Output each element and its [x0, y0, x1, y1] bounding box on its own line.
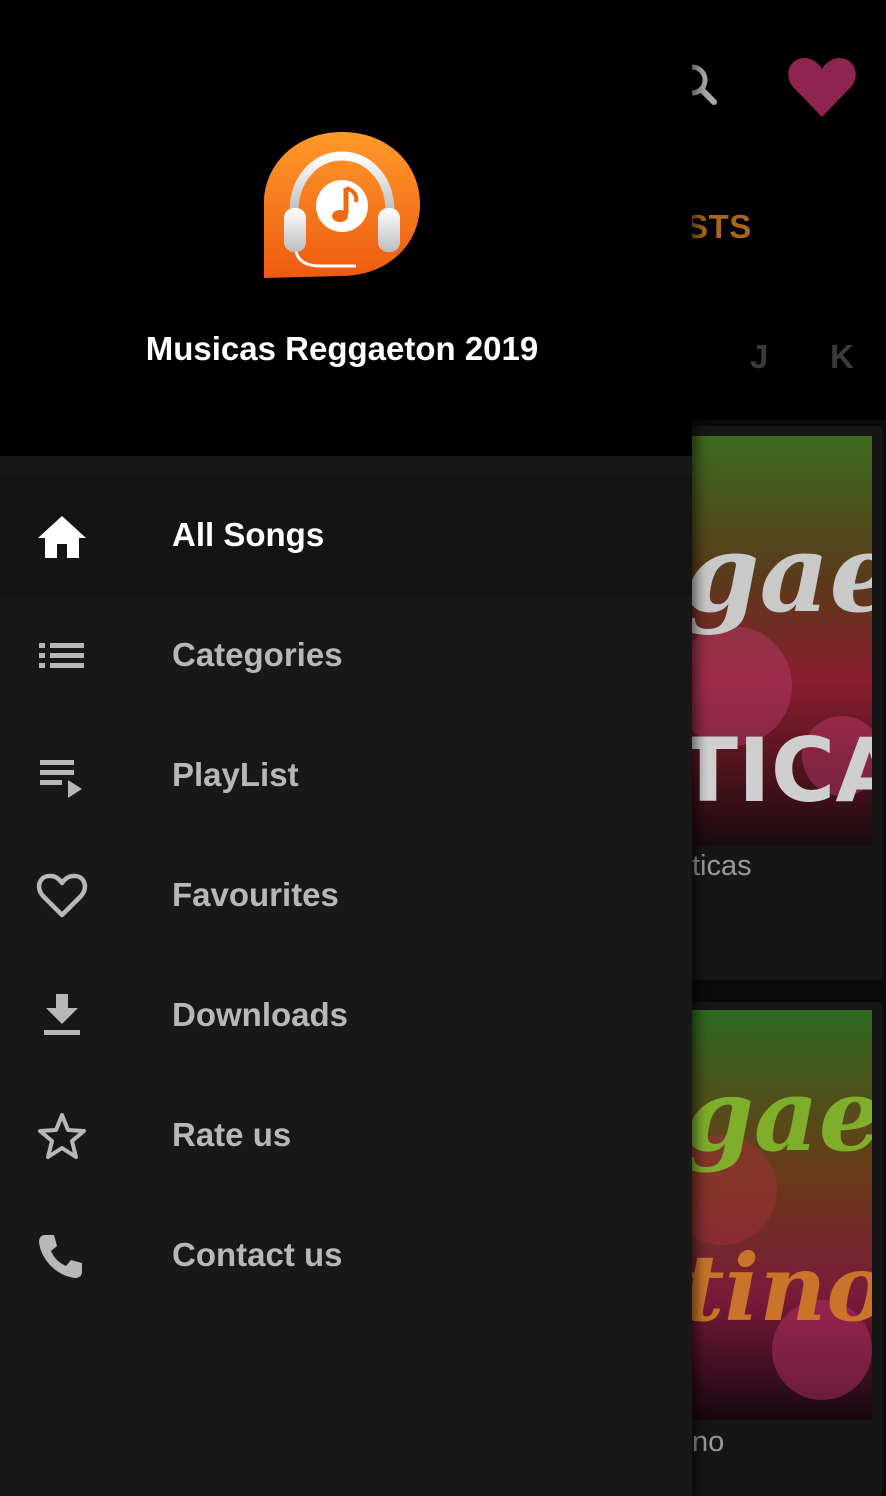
album-art: gae tino [692, 1010, 872, 1420]
drawer-header: Musicas Reggaeton 2019 [0, 0, 692, 456]
album-art-text-top: gae [692, 511, 872, 637]
drawer-item-all-songs[interactable]: All Songs [0, 476, 692, 596]
drawer-item-downloads[interactable]: Downloads [0, 956, 692, 1076]
album-art-text-bottom: TICAS [692, 719, 872, 822]
playlist-icon [36, 752, 88, 800]
phone-icon [36, 1232, 88, 1280]
alphabet-letter-j[interactable]: J [750, 338, 768, 376]
drawer-item-label: PlayList [172, 756, 299, 793]
album-title: ticas [692, 850, 752, 882]
app-name: Musicas Reggaeton 2019 [145, 330, 539, 367]
heart-outline-icon [36, 872, 88, 920]
drawer-item-label: Contact us [172, 1236, 343, 1273]
album-art-text-bottom: tino [692, 1234, 872, 1342]
home-icon [36, 512, 88, 560]
alphabet-letter-k[interactable]: K [830, 338, 854, 376]
star-outline-icon [36, 1112, 88, 1160]
album-art: gae TICAS [692, 436, 872, 846]
drawer-item-label: Categories [172, 636, 343, 673]
drawer-item-rate-us[interactable]: Rate us [0, 1076, 692, 1196]
album-art-text-top: gae [692, 1056, 872, 1174]
list-icon [36, 632, 88, 680]
drawer-item-label: Downloads [172, 996, 349, 1033]
download-icon [36, 992, 88, 1040]
drawer-item-label: Favourites [172, 876, 339, 913]
drawer-menu: All Songs Categories PlayList Favourites… [0, 476, 692, 1316]
drawer-item-label: All Songs [172, 516, 325, 553]
drawer-item-categories[interactable]: Categories [0, 596, 692, 716]
drawer-item-favourites[interactable]: Favourites [0, 836, 692, 956]
drawer-item-label: Rate us [172, 1116, 292, 1153]
favorite-heart-icon[interactable] [786, 55, 858, 119]
album-title: no [692, 1426, 725, 1458]
headphones-music-icon [264, 132, 420, 278]
drawer-item-contact-us[interactable]: Contact us [0, 1196, 692, 1316]
drawer-item-playlist[interactable]: PlayList [0, 716, 692, 836]
navigation-drawer: Musicas Reggaeton 2019 All Songs Categor… [0, 0, 692, 1496]
